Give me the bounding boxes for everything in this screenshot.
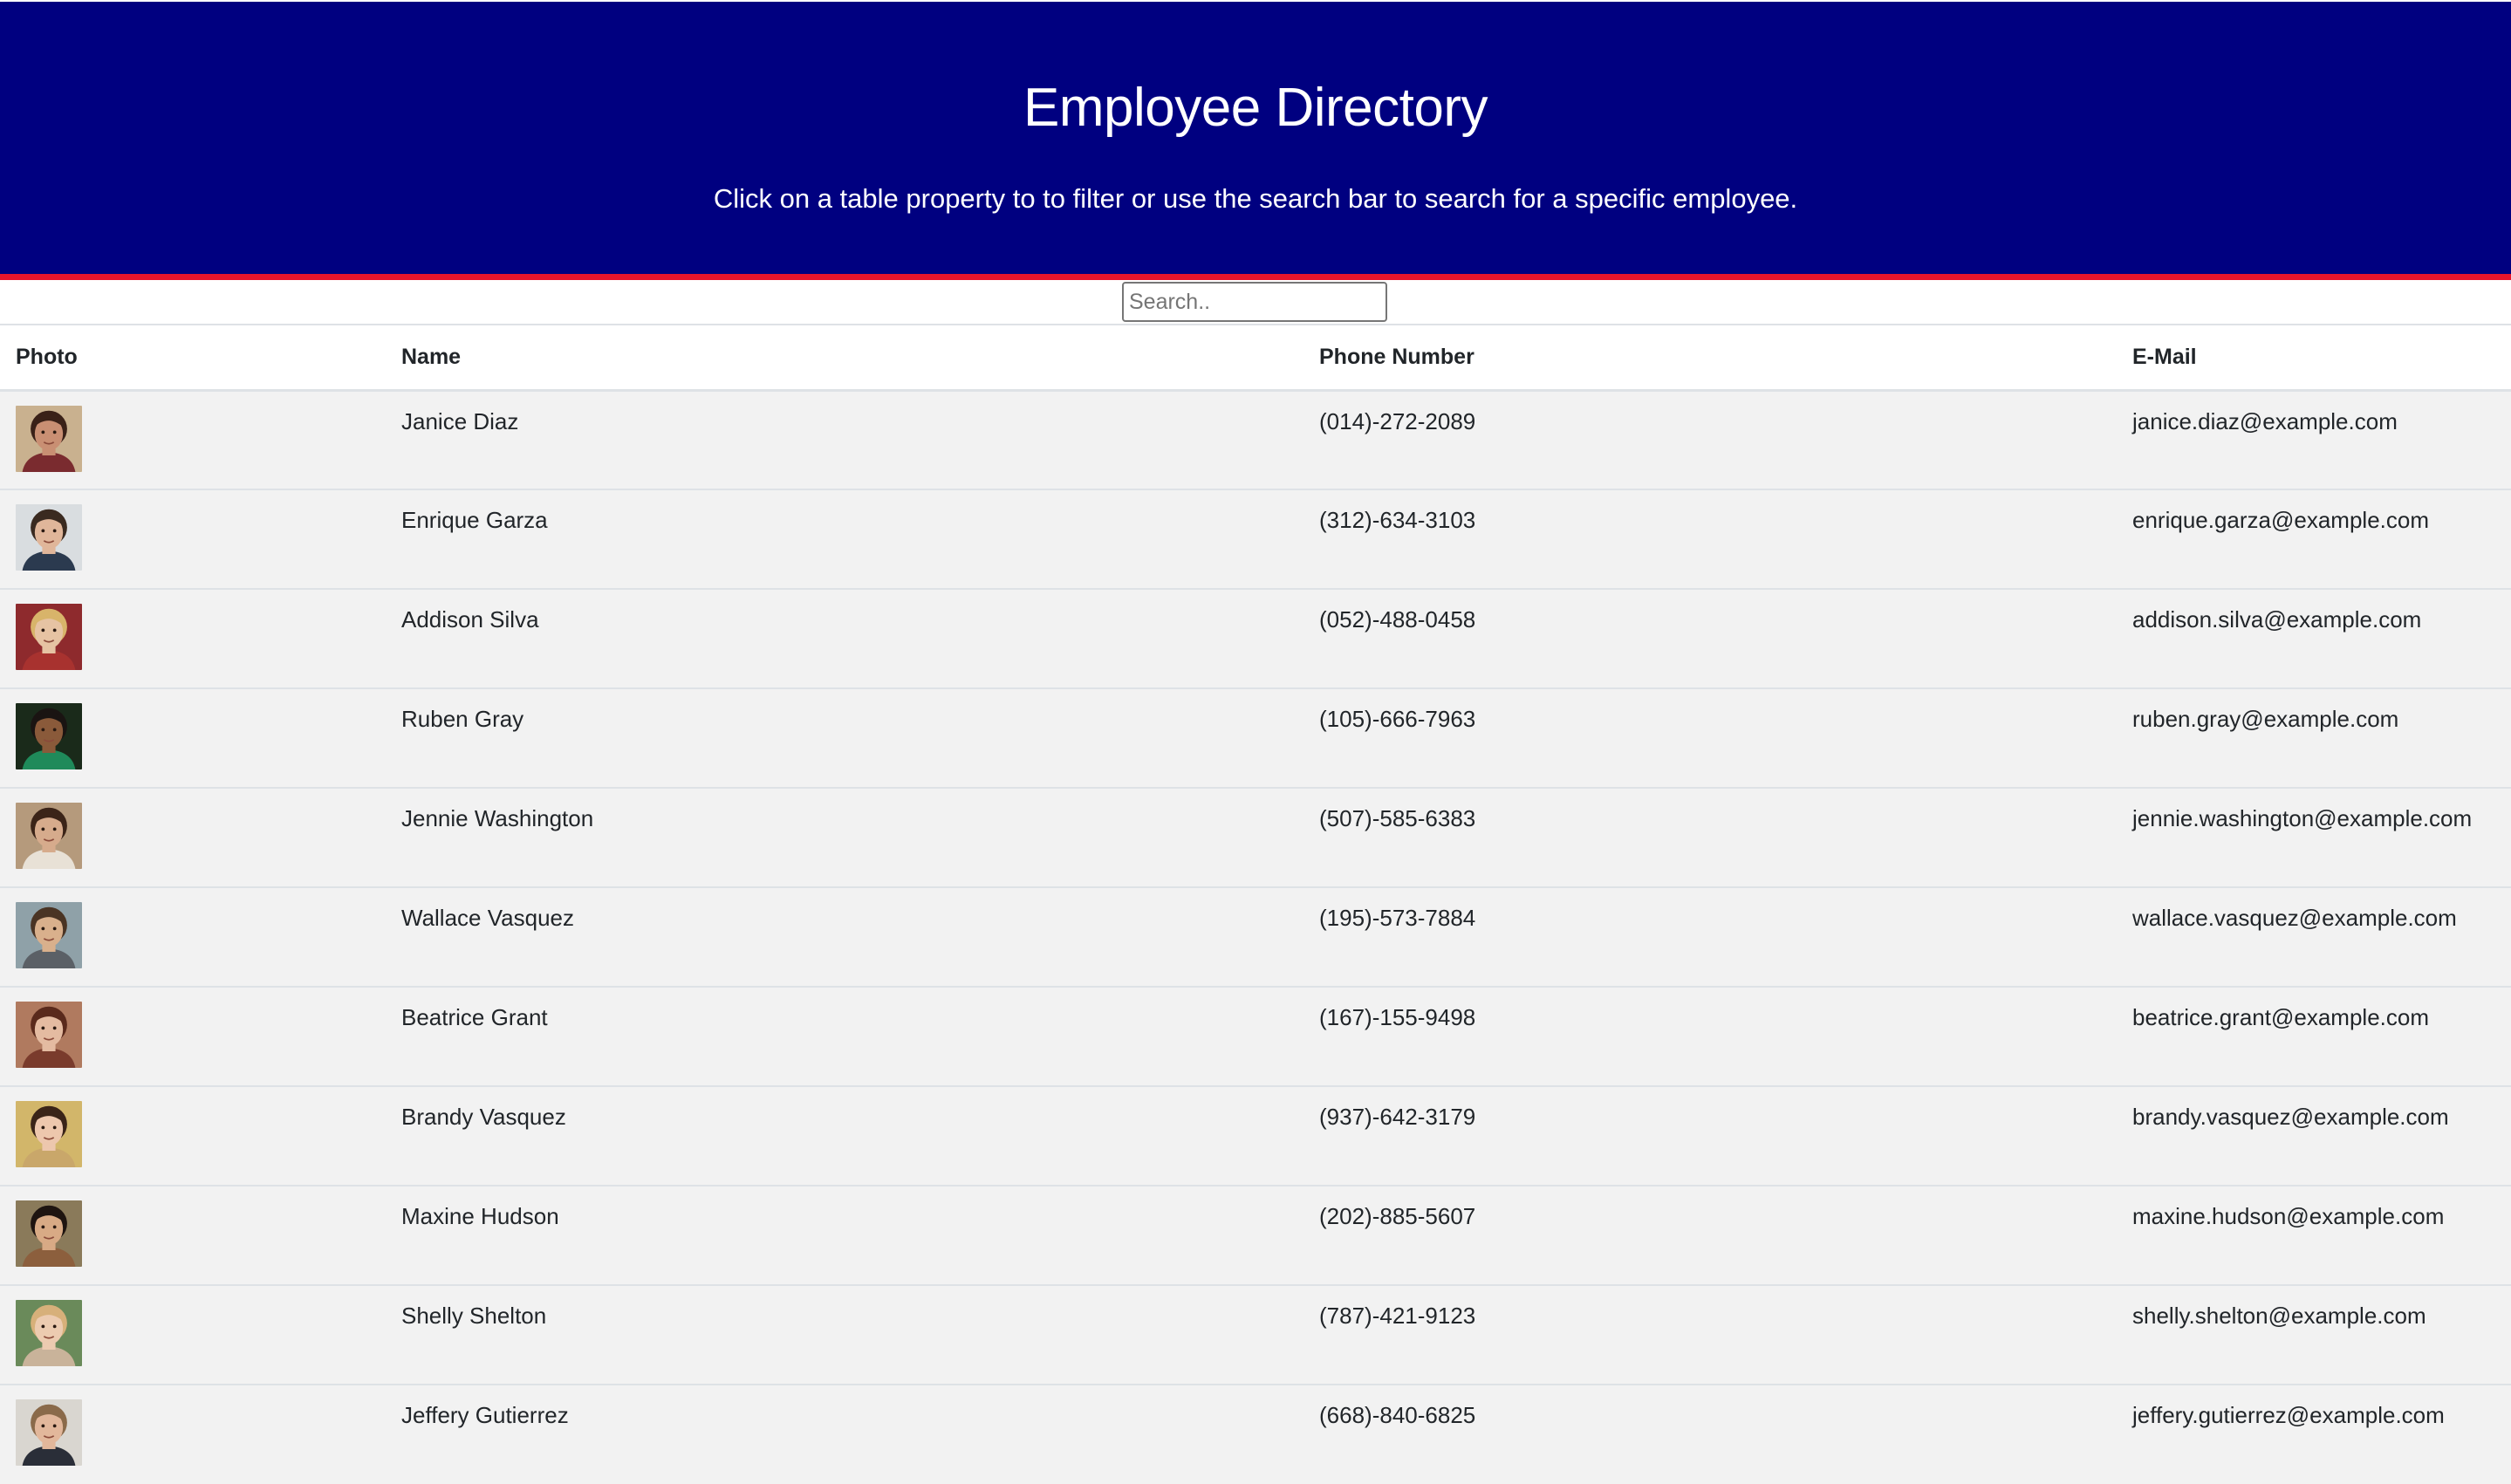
employee-photo bbox=[16, 504, 82, 571]
photo-cell bbox=[0, 589, 386, 688]
table-row: Ruben Gray (105)-666-7963 ruben.gray@examp… bbox=[0, 688, 2511, 788]
name-cell: Jeffery Gutierrez bbox=[401, 1402, 569, 1428]
table-row: Brandy Vasquez (937)-642-3179 brandy.vasqu… bbox=[0, 1086, 2511, 1186]
phone-cell: (507)-585-6383 bbox=[1319, 805, 1476, 831]
phone-cell: (937)-642-3179 bbox=[1319, 1104, 1476, 1130]
table-row: Addison Silva (052)-488-0458 addison.silva… bbox=[0, 589, 2511, 688]
email-cell: enrique.garza@example.com bbox=[2132, 507, 2430, 533]
phone-cell: (105)-666-7963 bbox=[1319, 706, 1476, 732]
table-row: Maxine Hudson (202)-885-5607 maxine.hudson… bbox=[0, 1186, 2511, 1285]
column-header-name[interactable]: Name bbox=[386, 325, 1303, 392]
name-cell: Enrique Garza bbox=[401, 507, 548, 533]
employee-photo bbox=[16, 703, 82, 769]
photo-cell bbox=[0, 887, 386, 987]
email-cell: addison.silva@example.com bbox=[2132, 606, 2422, 633]
email-cell: ruben.gray@example.com bbox=[2132, 706, 2399, 732]
phone-cell: (787)-421-9123 bbox=[1319, 1303, 1476, 1329]
name-cell: Maxine Hudson bbox=[401, 1203, 559, 1229]
name-cell: Addison Silva bbox=[401, 606, 539, 633]
email-cell: shelly.shelton@example.com bbox=[2132, 1303, 2426, 1329]
name-cell: Jennie Washington bbox=[401, 805, 594, 831]
column-header-photo[interactable]: Photo bbox=[0, 325, 386, 392]
email-cell: maxine.hudson@example.com bbox=[2132, 1203, 2445, 1229]
table-row: Janice Diaz (014)-272-2089 janice.diaz@exa… bbox=[0, 390, 2511, 489]
email-cell: jeffery.gutierrez@example.com bbox=[2132, 1402, 2445, 1428]
employee-photo bbox=[16, 604, 82, 670]
phone-cell: (202)-885-5607 bbox=[1319, 1203, 1476, 1229]
phone-cell: (167)-155-9498 bbox=[1319, 1004, 1476, 1030]
email-cell: wallace.vasquez@example.com bbox=[2132, 905, 2457, 931]
employee-photo bbox=[16, 803, 82, 869]
phone-cell: (668)-840-6825 bbox=[1319, 1402, 1476, 1428]
photo-cell bbox=[0, 1285, 386, 1385]
photo-cell bbox=[0, 688, 386, 788]
email-cell: janice.diaz@example.com bbox=[2132, 407, 2398, 434]
employee-photo bbox=[16, 902, 82, 968]
photo-cell bbox=[0, 390, 386, 489]
search-bar bbox=[0, 280, 2511, 324]
phone-cell: (052)-488-0458 bbox=[1319, 606, 1476, 633]
phone-cell: (195)-573-7884 bbox=[1319, 905, 1476, 931]
name-cell: Beatrice Grant bbox=[401, 1004, 548, 1030]
table-header-row: Photo Name Phone Number E-Mail bbox=[0, 325, 2511, 392]
name-cell: Brandy Vasquez bbox=[401, 1104, 566, 1130]
table-row: Wallace Vasquez (195)-573-7884 wallace.vas… bbox=[0, 887, 2511, 987]
name-cell: Shelly Shelton bbox=[401, 1303, 547, 1329]
photo-cell bbox=[0, 1086, 386, 1186]
photo-cell bbox=[0, 489, 386, 589]
table-row: Jeffery Gutierrez (668)-840-6825 jeffery.g… bbox=[0, 1385, 2511, 1484]
email-cell: jennie.washington@example.com bbox=[2132, 805, 2473, 831]
employee-table: Photo Name Phone Number E-Mail Janice Di… bbox=[0, 324, 2511, 1484]
photo-cell bbox=[0, 788, 386, 887]
photo-cell bbox=[0, 1385, 386, 1484]
photo-cell bbox=[0, 987, 386, 1086]
employee-photo bbox=[16, 1399, 82, 1466]
name-cell: Wallace Vasquez bbox=[401, 905, 574, 931]
table-header: Photo Name Phone Number E-Mail bbox=[0, 325, 2511, 392]
column-header-email[interactable]: E-Mail bbox=[2117, 325, 2511, 392]
table-row: Shelly Shelton (787)-421-9123 shelly.shelt… bbox=[0, 1285, 2511, 1385]
table-body: Janice Diaz (014)-272-2089 janice.diaz@exa… bbox=[0, 390, 2511, 1484]
phone-cell: (312)-634-3103 bbox=[1319, 507, 1476, 533]
email-cell: brandy.vasquez@example.com bbox=[2132, 1104, 2449, 1130]
name-cell: Janice Diaz bbox=[401, 407, 519, 434]
table-row: Enrique Garza (312)-634-3103 enrique.garza… bbox=[0, 489, 2511, 589]
table-row: Jennie Washington (507)-585-6383 jennie.wa… bbox=[0, 788, 2511, 887]
email-cell: beatrice.grant@example.com bbox=[2132, 1004, 2429, 1030]
employee-photo bbox=[16, 1200, 82, 1267]
employee-photo bbox=[16, 1002, 82, 1068]
employee-photo bbox=[16, 1300, 82, 1366]
employee-photo bbox=[16, 405, 82, 472]
table-row: Beatrice Grant (167)-155-9498 beatrice.gra… bbox=[0, 987, 2511, 1086]
page-header: Employee Directory Click on a table prop… bbox=[0, 2, 2511, 280]
column-header-phone[interactable]: Phone Number bbox=[1303, 325, 2117, 392]
search-input[interactable] bbox=[1122, 282, 1387, 322]
name-cell: Ruben Gray bbox=[401, 706, 524, 732]
employee-photo bbox=[16, 1101, 82, 1167]
page-title: Employee Directory bbox=[1023, 78, 1488, 138]
phone-cell: (014)-272-2089 bbox=[1319, 407, 1476, 434]
page-subtitle: Click on a table property to to filter o… bbox=[713, 183, 1798, 214]
photo-cell bbox=[0, 1186, 386, 1285]
